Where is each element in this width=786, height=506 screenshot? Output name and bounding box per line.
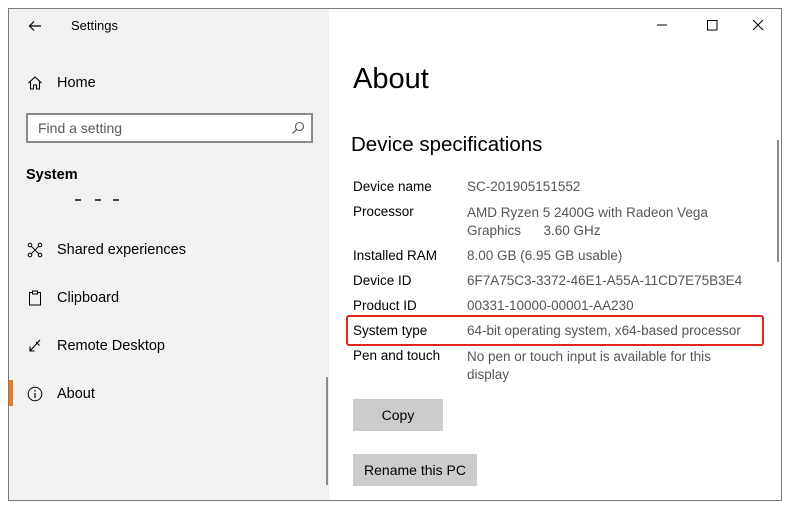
close-button[interactable] (735, 9, 781, 41)
sidebar-item-label: About (57, 386, 95, 402)
spec-value-installed-ram: 8.00 GB (6.95 GB usable) (467, 248, 623, 263)
highlight-annotation-box (346, 315, 764, 346)
back-arrow-icon (28, 21, 41, 31)
spec-label-processor: Processor (353, 204, 414, 219)
sidebar-item-label: Home (57, 75, 96, 91)
spec-label-installed-ram: Installed RAM (353, 248, 438, 263)
minimize-button[interactable] (639, 9, 685, 41)
sidebar: Settings Home System (9, 9, 329, 500)
maximize-button[interactable] (689, 9, 735, 41)
sidebar-item-about[interactable]: About (9, 378, 329, 410)
page-title: About (353, 63, 429, 95)
settings-window: Settings Home System (8, 8, 782, 501)
section-header-system: System (26, 167, 78, 183)
back-button[interactable] (23, 15, 47, 37)
sidebar-item-remote-desktop[interactable]: Remote Desktop (9, 330, 329, 362)
spec-value-product-id: 00331-10000-00001-AA230 (467, 298, 634, 313)
collapsed-item-marker (113, 199, 119, 201)
search-input[interactable] (38, 118, 278, 138)
spec-label-pen-and-touch: Pen and touch (353, 348, 441, 363)
maximize-icon (707, 20, 718, 31)
sidebar-scrollbar[interactable] (326, 377, 328, 485)
spec-label-device-id: Device ID (353, 273, 412, 288)
spec-label-product-id: Product ID (353, 298, 417, 313)
minimize-icon (657, 24, 667, 26)
info-icon (26, 385, 44, 403)
spec-value-device-name: SC-201905151552 (467, 179, 581, 194)
spec-value-processor: AMD Ryzen 5 2400G with Radeon Vega Graph… (467, 205, 712, 238)
collapsed-item-marker (75, 199, 81, 201)
sidebar-item-label: Clipboard (57, 290, 120, 306)
rename-pc-button[interactable]: Rename this PC (353, 454, 477, 486)
search-box[interactable] (26, 113, 313, 143)
sidebar-item-label: Shared experiences (57, 242, 186, 258)
section-title: Device specifications (351, 133, 543, 156)
main-content: About Device specifications Device name … (329, 9, 781, 500)
sidebar-item-clipboard[interactable]: Clipboard (9, 282, 329, 314)
clipboard-icon (26, 289, 44, 307)
close-icon (752, 19, 764, 31)
sidebar-item-home[interactable]: Home (9, 69, 329, 97)
home-icon (26, 74, 44, 92)
remote-desktop-icon (26, 337, 44, 355)
copy-button[interactable]: Copy (353, 399, 443, 431)
app-title: Settings (71, 18, 118, 33)
search-icon[interactable] (291, 121, 305, 135)
main-scrollbar[interactable] (777, 140, 779, 262)
spec-value-device-id: 6F7A75C3-3372-46E1-A55A-11CD7E75B3E4 (467, 273, 743, 288)
collapsed-item-marker (95, 199, 101, 201)
sidebar-item-shared-experiences[interactable]: Shared experiences (9, 234, 329, 266)
spec-label-device-name: Device name (353, 179, 432, 194)
sidebar-item-label: Remote Desktop (57, 338, 165, 354)
spec-value-pen-and-touch: No pen or touch input is available for t… (467, 349, 711, 382)
shared-experiences-icon (26, 241, 44, 259)
